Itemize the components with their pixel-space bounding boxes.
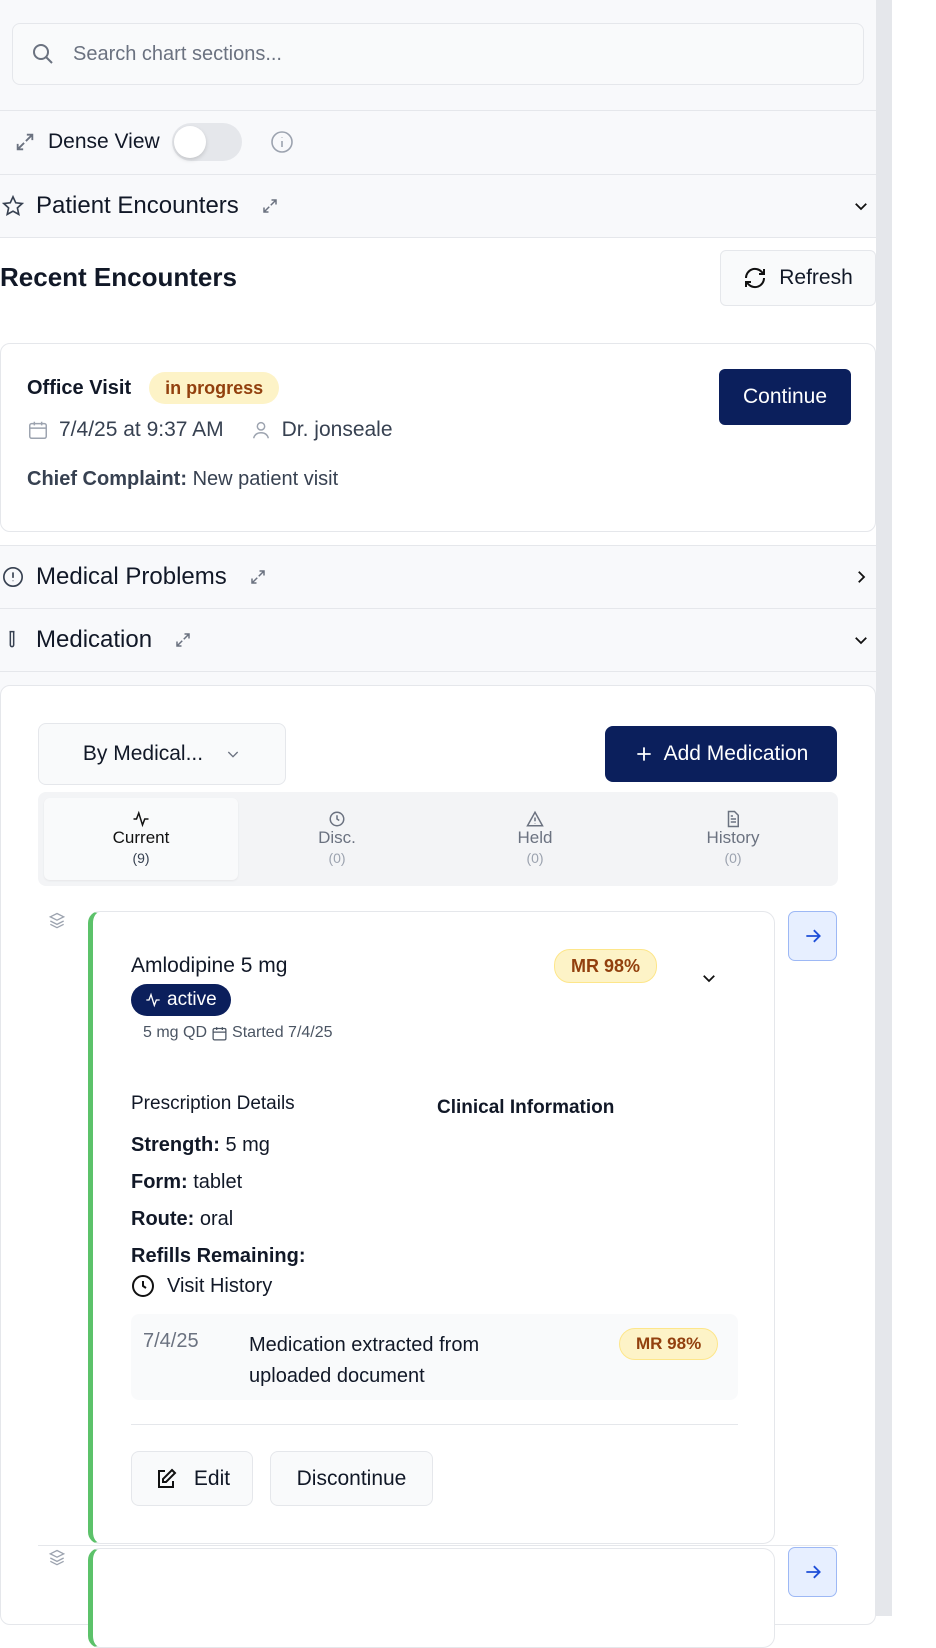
tab-label: History [706,828,760,847]
section-title: Medication [36,626,153,653]
chevron-right-icon[interactable] [852,568,870,586]
refresh-button[interactable]: Refresh [720,250,876,306]
star-icon [2,195,24,216]
add-medication-button[interactable]: Add Medication [605,726,837,782]
document-icon [727,810,739,828]
scrollbar[interactable] [876,0,892,1616]
section-medical-problems[interactable]: Medical Problems [0,546,876,608]
calendar-icon [29,421,47,439]
refresh-label: Refresh [779,266,853,289]
dense-view-toggle[interactable] [171,123,242,161]
dense-view-label: Dense View [48,130,160,153]
add-medication-label: Add Medication [663,742,809,765]
start-date: Started 7/4/25 [232,1024,333,1041]
chevron-down-icon[interactable] [852,197,870,215]
layers-icon [48,912,66,929]
medication-tabs: Current (9) Disc. (0) Held (0) History (0) [38,792,838,886]
encounter-datetime: 7/4/25 at 9:37 AM [59,418,224,441]
arrow-right-icon [805,929,821,943]
expand-icon[interactable] [261,197,279,215]
group-by-value: By Medical... [82,742,204,765]
section-title: Medical Problems [36,563,227,590]
section-patient-encounters[interactable]: Patient Encounters [0,175,876,237]
tab-count: (9) [132,850,150,866]
recent-encounters-title: Recent Encounters [0,262,237,292]
edit-label: Edit [193,1466,231,1490]
edit-icon [157,1468,177,1488]
route: Route: oral [131,1208,234,1230]
continue-button[interactable]: Continue [719,369,851,425]
activity-icon [146,992,160,1008]
clinical-information-title: Clinical Information [437,1097,615,1118]
tab-count: (0) [724,850,742,866]
dose: 5 mg QD [143,1024,208,1041]
tab-label: Current [112,828,170,847]
history-text: Medication extracted from uploaded docum… [249,1334,480,1387]
info-icon[interactable] [270,130,294,154]
arrow-right-icon [805,1565,821,1579]
chevron-down-icon[interactable] [852,631,870,649]
refresh-icon [745,267,766,289]
tab-held[interactable]: Held (0) [436,810,634,868]
pill-bottle-icon [9,630,15,648]
history-entry: 7/4/25 Medication extracted from uploade… [131,1314,738,1400]
tab-label: Disc. [318,828,356,847]
tab-history[interactable]: History (0) [634,810,832,868]
section-title: Patient Encounters [36,192,239,219]
encounter-card[interactable]: Office Visit in progress 7/4/25 at 9:37 … [0,343,876,532]
strength: Strength: 5 mg [131,1134,270,1156]
activity-icon [133,810,149,828]
visit-history-label: Visit History [167,1274,273,1297]
expand-icon[interactable] [249,568,267,586]
tab-count: (0) [328,850,346,866]
plus-icon [636,747,651,761]
alert-circle-icon [3,567,23,587]
open-medication-button[interactable] [788,1547,837,1597]
search-input[interactable]: Search chart sections... [12,23,864,85]
encounter-provider: Dr. jonseale [281,418,393,441]
history-date: 7/4/25 [143,1330,199,1352]
mr-badge: MR 98% [619,1328,719,1360]
tab-current[interactable]: Current (9) [44,798,238,880]
user-icon [252,421,269,439]
clock-icon [329,811,345,827]
chief-complaint: Chief Complaint: New patient visit [27,468,339,490]
edit-button[interactable]: Edit [131,1451,253,1506]
mr-badge: MR 98% [554,949,658,983]
group-by-select[interactable]: By Medical... [38,723,286,785]
refills: Refills Remaining: [131,1245,306,1267]
visit-history-title: Visit History [131,1274,272,1298]
encounter-type: Office Visit [27,376,132,399]
expand-icon[interactable] [174,631,192,649]
status-label: active [167,989,217,1010]
medication-card [88,1548,775,1648]
calendar-icon [212,1026,227,1041]
warning-icon [526,810,544,827]
tab-discontinued[interactable]: Disc. (0) [238,810,436,868]
discontinue-button[interactable]: Discontinue [270,1451,433,1506]
search-placeholder: Search chart sections... [73,42,282,65]
status-badge: active [131,984,231,1016]
form: Form: tablet [131,1171,243,1193]
layers-icon [48,1549,66,1566]
chevron-down-icon[interactable] [700,969,718,987]
medication-card: Amlodipine 5 mg active MR 98% 5 mg QD St… [88,911,775,1544]
open-medication-button[interactable] [788,911,837,961]
tab-label: Held [517,828,553,847]
dose-info: 5 mg QD Started 7/4/25 [143,1024,333,1042]
tab-count: (0) [526,850,544,866]
section-medication[interactable]: Medication [0,609,876,671]
dense-view-row: Dense View [14,122,294,162]
medication-name: Amlodipine 5 mg [131,954,288,977]
status-badge: in progress [149,372,280,404]
search-icon [33,44,53,64]
clock-icon [132,1275,154,1297]
main-panel: Search chart sections... Dense View Pati… [0,0,876,1648]
prescription-details-title: Prescription Details [131,1093,295,1114]
chevron-down-icon [227,751,239,758]
expand-icon [16,133,34,151]
